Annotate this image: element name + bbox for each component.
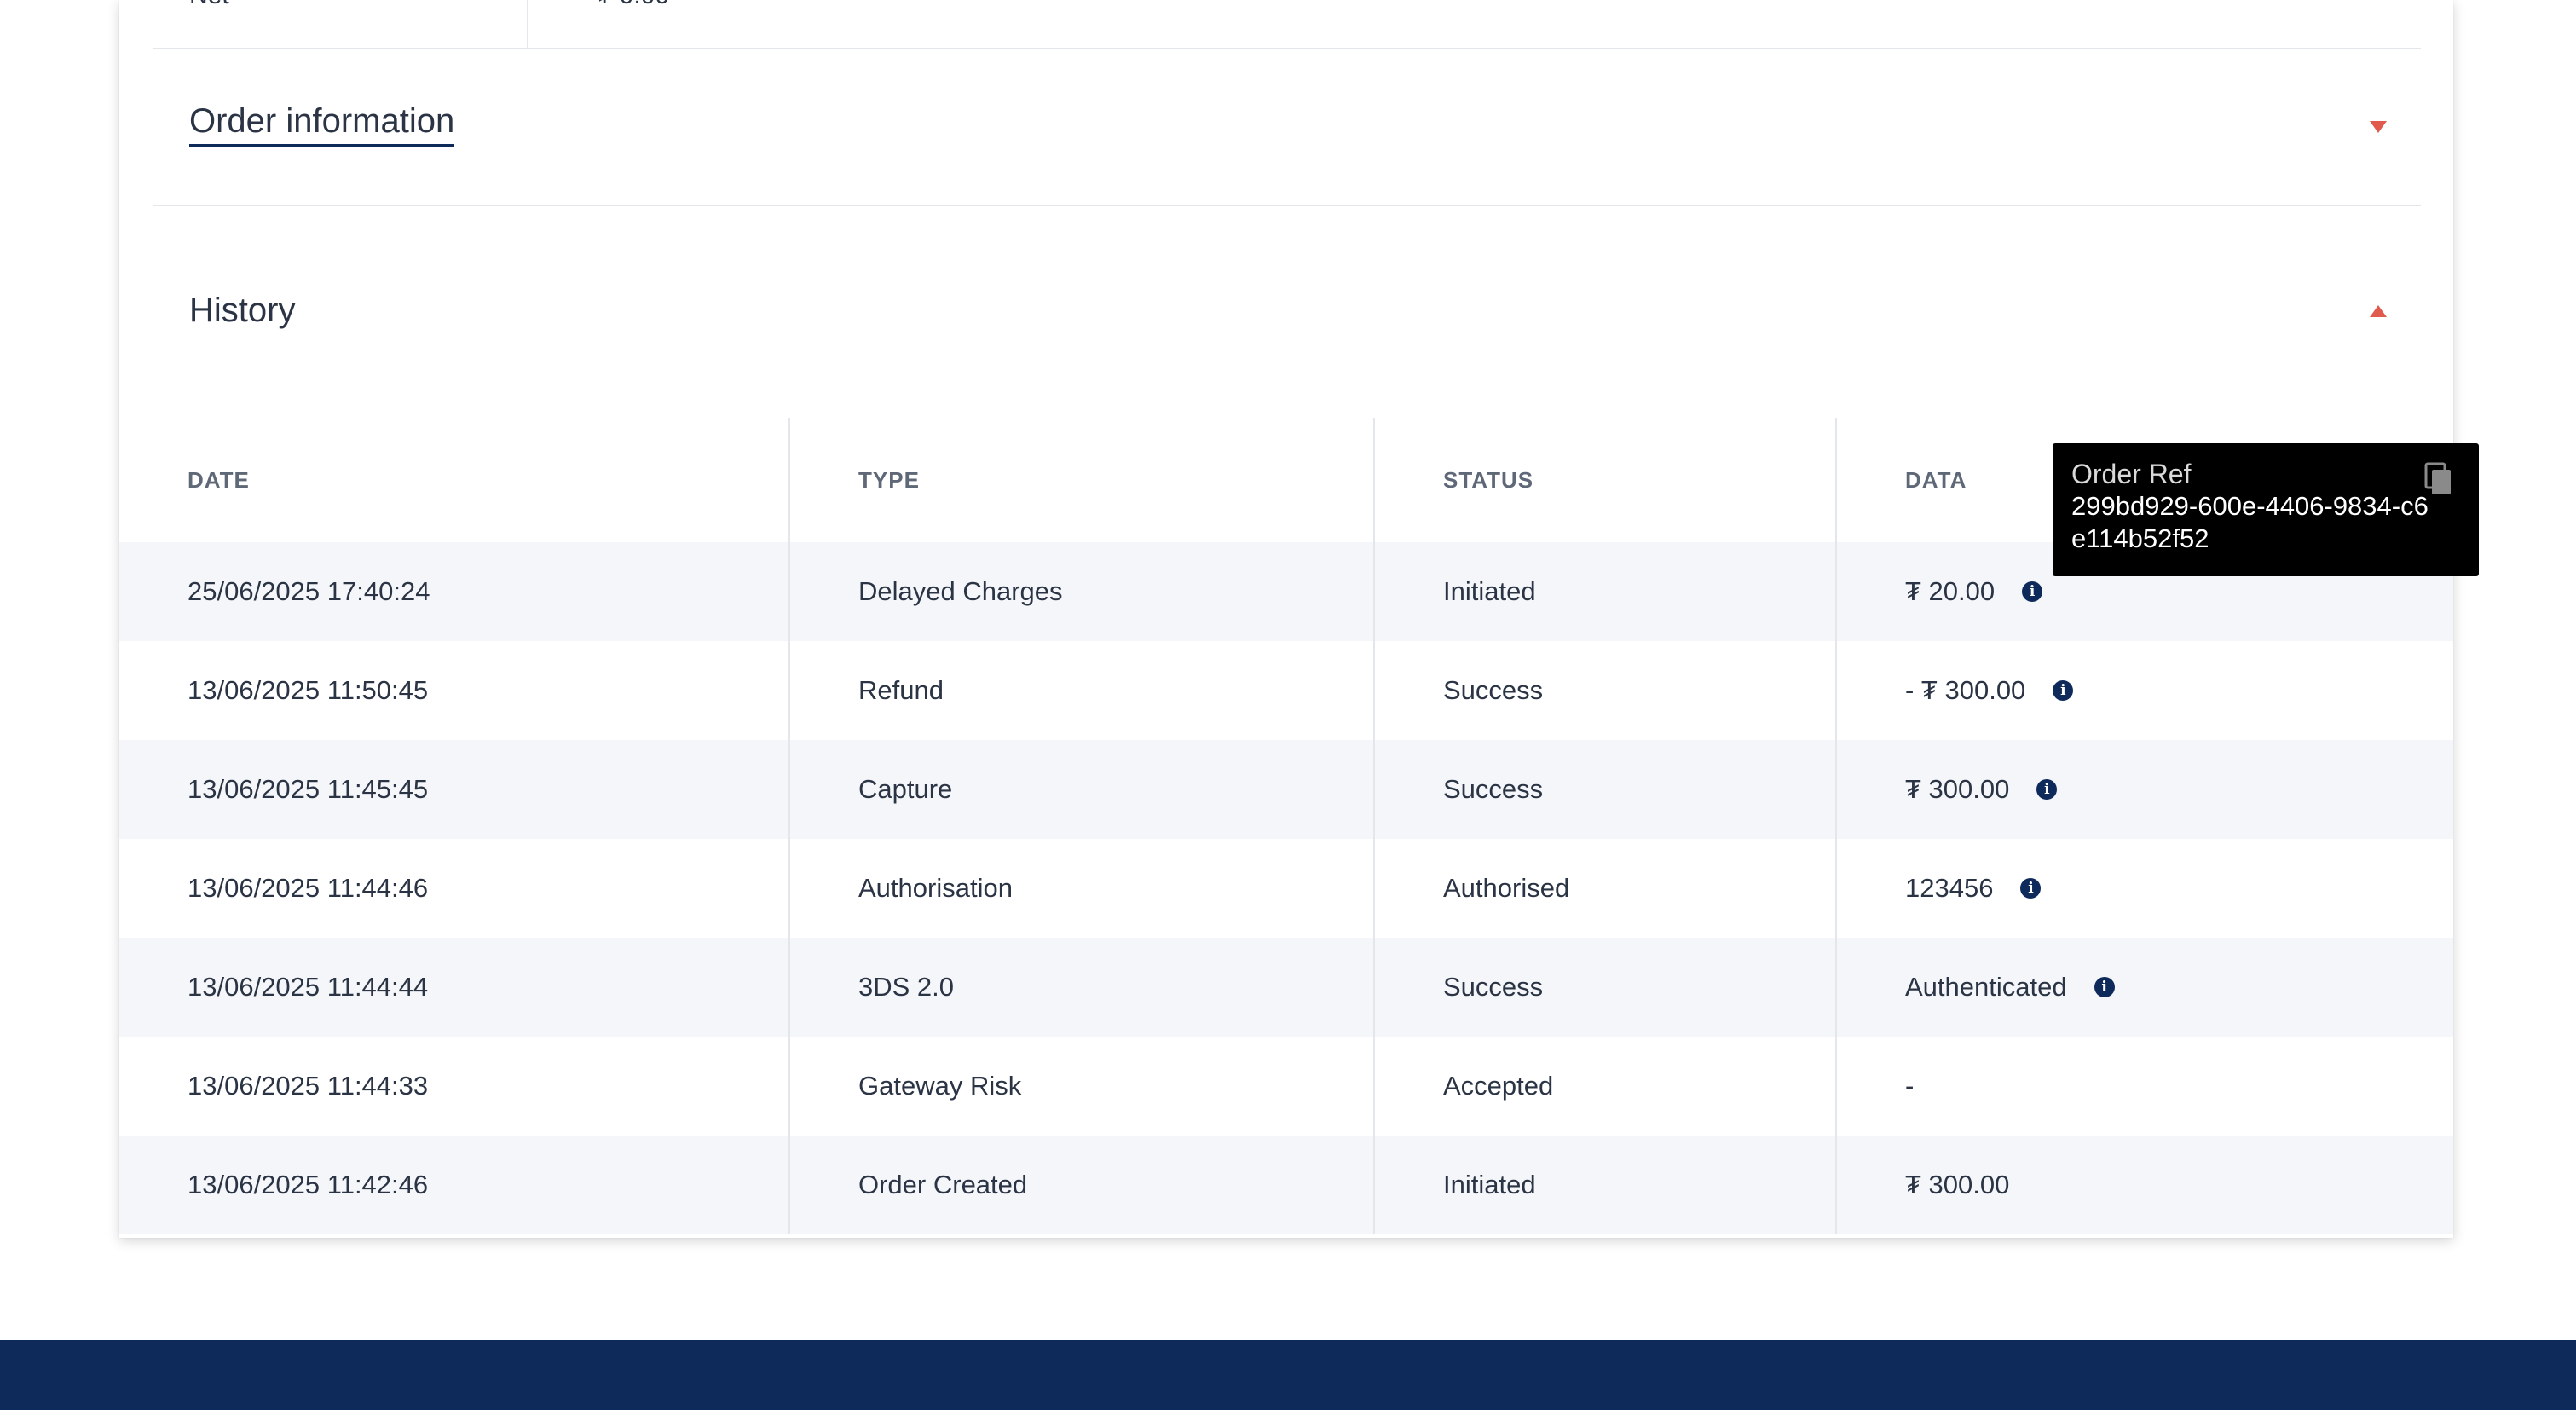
table-row: 13/06/2025 11:44:46 Authorisation Author… [119,839,2453,938]
cell-status: Success [1373,740,1836,839]
collapse-caret-icon[interactable] [2370,305,2387,317]
cell-status: Initiated [1373,1136,1836,1234]
cell-type: Delayed Charges [788,542,1374,641]
column-header-type: TYPE [788,418,1374,542]
cell-data-value: ₮ 20.00 [1905,576,1996,606]
net-row: Net ₮ 0.00 [153,0,2421,49]
table-row: 13/06/2025 11:42:46 Order Created Initia… [119,1136,2453,1234]
expand-caret-icon[interactable] [2370,121,2387,133]
copy-icon[interactable] [2424,462,2453,496]
cell-date: 13/06/2025 11:50:45 [188,675,429,705]
info-icon[interactable]: i [2020,878,2042,899]
table-row: 13/06/2025 11:50:45 Refund Success - ₮ 3… [119,641,2453,740]
cell-status: Authorised [1373,839,1836,938]
cell-data-value: - ₮ 300.00 [1905,675,2026,705]
transaction-details-card: Net ₮ 0.00 Order information History DAT… [119,0,2453,1238]
cell-date: 13/06/2025 11:44:44 [119,938,789,1037]
page-footer [0,1340,2576,1410]
info-icon[interactable]: i [2094,977,2115,997]
history-title[interactable]: History [189,292,295,330]
order-information-section[interactable]: Order information [153,49,2421,206]
cell-type: Capture [788,740,1374,839]
cell-data-value: ₮ 300.00 [1905,774,2010,804]
cell-data: - ₮ 300.00 i [1835,641,2453,740]
info-icon[interactable]: i [2053,680,2074,701]
tooltip-title: Order Ref [2071,459,2192,489]
net-label: Net [189,0,229,10]
table-row: 13/06/2025 11:45:45 Capture Success ₮ 30… [119,740,2453,839]
cell-data: - [1835,1037,2453,1136]
cell-status: Accepted [1373,1037,1836,1136]
cell-data-value: ₮ 300.00 [1905,1170,2010,1199]
cell-status: Success [1373,938,1836,1037]
cell-type: Authorisation [788,839,1374,938]
cell-date: 13/06/2025 11:42:46 [119,1136,789,1234]
history-section[interactable]: History [153,206,2421,377]
cell-type: Refund [788,641,1374,740]
cell-date: 13/06/2025 11:44:46 [188,873,429,903]
cell-data-value: 123456 [1905,873,1994,903]
cell-data: 123456 i [1835,839,2453,938]
tooltip-order-ref-value[interactable]: 299bd929-600e-4406-9834-c6e114b52f52 [2071,490,2429,555]
cell-data: ₮ 300.00 [1835,1136,2453,1234]
column-header-date: DATE [188,466,250,493]
cell-status: Initiated [1373,542,1836,641]
net-divider [527,0,528,48]
cell-type: Order Created [788,1136,1374,1234]
cell-date: 13/06/2025 11:44:33 [188,1071,429,1101]
table-row: 13/06/2025 11:44:44 3DS 2.0 Success Auth… [119,938,2453,1037]
cell-data-value: - [1905,1071,1915,1101]
table-row: 13/06/2025 11:44:33 Gateway Risk Accepte… [119,1037,2453,1136]
info-icon[interactable]: i [2022,581,2043,602]
column-header-status: STATUS [1373,418,1836,542]
cell-date: 25/06/2025 17:40:24 [119,542,789,641]
cell-status: Success [1373,641,1836,740]
cell-data: Authenticated i [1835,938,2453,1037]
cell-data-value: Authenticated [1905,972,2067,1002]
order-ref-tooltip: Order Ref 299bd929-600e-4406-9834-c6e114… [2053,443,2479,576]
cell-date: 13/06/2025 11:45:45 [119,740,789,839]
order-information-title[interactable]: Order information [189,102,455,147]
net-value: ₮ 0.00 [597,0,669,10]
cell-type: 3DS 2.0 [788,938,1374,1037]
info-icon[interactable]: i [2036,779,2058,800]
cell-data: ₮ 300.00 i [1835,740,2453,839]
cell-type: Gateway Risk [788,1037,1374,1136]
